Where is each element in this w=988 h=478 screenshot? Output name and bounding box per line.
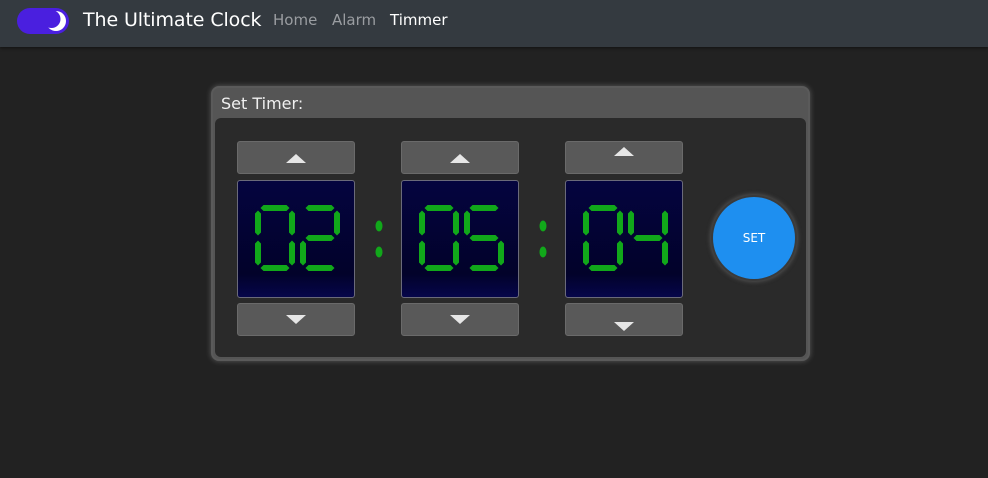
digit-segment [628, 210, 634, 236]
nav-link-timer[interactable]: Timmer [390, 11, 448, 29]
hours-digits [255, 205, 340, 271]
digit-segment [255, 240, 261, 266]
digit-segment [469, 235, 499, 241]
nav-link-alarm[interactable]: Alarm [332, 11, 376, 29]
digit-segment [464, 210, 470, 236]
arrow-down-icon [450, 315, 470, 324]
arrow-up-icon [450, 154, 470, 163]
digit-segment [453, 240, 459, 266]
arrow-down-icon [614, 322, 634, 331]
minutes-decrement-button[interactable] [401, 303, 519, 336]
minutes-digits [419, 205, 504, 271]
dark-mode-toggle[interactable] [17, 8, 69, 34]
hours-display: 02 [237, 180, 355, 298]
digit-segment [453, 210, 459, 236]
digit-segment [305, 265, 335, 271]
digit-segment [289, 210, 295, 236]
minutes-increment-button[interactable] [401, 141, 519, 174]
digit-segment [260, 205, 290, 211]
arrow-up-icon [286, 154, 306, 163]
digit-segment [289, 240, 295, 266]
colon-separator [539, 220, 547, 258]
nav-link-home[interactable]: Home [273, 11, 317, 29]
digit-segment [300, 240, 306, 266]
hours-increment-button[interactable] [237, 141, 355, 174]
digit-segment [583, 210, 589, 236]
seconds-decrement-button[interactable] [565, 303, 683, 336]
digit-segment [305, 205, 335, 211]
digit-segment [617, 210, 623, 236]
digit-segment [662, 240, 668, 266]
digit-segment [583, 240, 589, 266]
digit-segment [617, 240, 623, 266]
arrow-down-icon [286, 315, 306, 324]
digit-segment [662, 210, 668, 236]
digit-segment [469, 205, 499, 211]
moon-icon [45, 10, 66, 31]
seconds-digits [583, 205, 668, 271]
colon-separator [375, 220, 383, 258]
digit-segment [305, 235, 335, 241]
digit-segment [588, 205, 618, 211]
digit-segment [633, 235, 663, 241]
digit-segment [334, 210, 340, 236]
digit-segment [424, 205, 454, 211]
digit-segment [260, 265, 290, 271]
digit-segment [498, 240, 504, 266]
digit-segment [588, 265, 618, 271]
brand-title[interactable]: The Ultimate Clock [83, 8, 262, 32]
digit-segment [469, 265, 499, 271]
navbar: The Ultimate Clock Home Alarm Timmer [0, 0, 988, 47]
card-title: Set Timer: [221, 94, 304, 113]
arrow-up-icon [614, 147, 634, 156]
digit-segment [255, 210, 261, 236]
digit-segment [419, 210, 425, 236]
minutes-display: 05 [401, 180, 519, 298]
seconds-display: 04 [565, 180, 683, 298]
hours-decrement-button[interactable] [237, 303, 355, 336]
digit-segment [419, 240, 425, 266]
seconds-increment-button[interactable] [565, 141, 683, 174]
set-button[interactable]: SET [713, 197, 795, 279]
digit-segment [424, 265, 454, 271]
